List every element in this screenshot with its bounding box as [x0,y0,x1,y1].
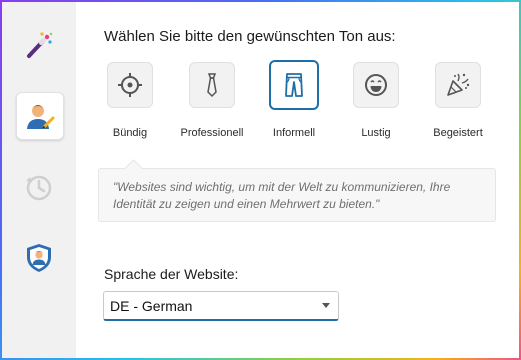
tone-heading: Wählen Sie bitte den gewünschten Ton aus… [104,28,396,45]
quote-bubble-tail [124,159,143,178]
sidebar-item-history[interactable] [16,164,62,210]
tone-button[interactable] [435,62,481,108]
tone-option-informell[interactable]: Informell [254,60,334,139]
tie-icon [207,73,217,98]
magic-wand-icon [27,32,53,58]
tone-button[interactable] [107,62,153,108]
tone-label: Bündig [112,127,148,139]
app-window-frame: Wählen Sie bitte den gewünschten Ton aus… [0,0,521,360]
tone-button[interactable] [189,62,235,108]
example-quote-text: "Websites sind wichtig, um mit der Welt … [113,180,451,211]
sidebar-item-magic[interactable] [16,22,62,68]
sidebar [2,2,76,358]
laughing-face-icon [365,74,387,96]
chevron-down-icon[interactable] [322,303,330,308]
tone-label: Informell [272,127,316,139]
jeans-icon [285,73,303,97]
app-window: Wählen Sie bitte den gewünschten Ton aus… [2,2,519,358]
tone-label: Begeistert [433,127,483,139]
shield-user-icon [27,244,51,272]
user-edit-icon [27,105,55,129]
history-clock-icon [26,175,52,201]
party-popper-icon [447,73,470,96]
example-quote-bubble: "Websites sind wichtig, um mit der Welt … [98,159,496,222]
tone-button[interactable] [353,62,399,108]
language-select[interactable]: DE - German [103,291,339,321]
tone-button[interactable] [269,60,319,110]
sidebar-item-security[interactable] [16,235,62,281]
language-select-value: DE - German [110,297,193,314]
tone-option-begeistert[interactable]: Begeistert [418,62,498,139]
target-icon [118,73,142,97]
tone-option-lustig[interactable]: Lustig [336,62,416,139]
tone-option-professionell[interactable]: Professionell [172,62,252,139]
main-panel: Wählen Sie bitte den gewünschten Ton aus… [76,2,519,358]
tone-option-buendig[interactable]: Bündig [90,62,170,139]
tone-label: Professionell [180,127,244,139]
tone-label: Lustig [361,127,391,139]
language-label: Sprache der Website: [104,266,239,282]
sidebar-item-profile[interactable] [16,92,64,140]
